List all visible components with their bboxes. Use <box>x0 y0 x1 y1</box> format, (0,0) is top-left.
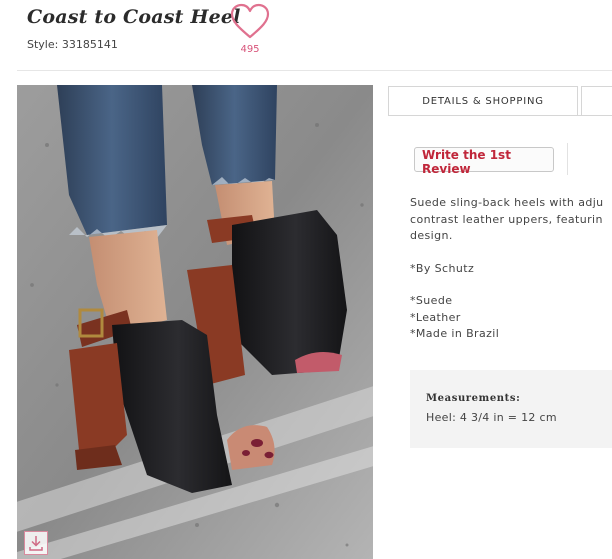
measurements-title: Measurements: <box>426 393 521 404</box>
material-item: *Made in Brazil <box>410 327 500 340</box>
description-line: design. <box>410 229 453 242</box>
brand-note: *By Schutz <box>410 261 475 275</box>
tab-details-shopping[interactable]: DETAILS & SHOPPING <box>388 86 578 115</box>
heel-height: Heel: 4 3/4 in = 12 cm <box>426 411 557 424</box>
product-photo-shoe <box>17 85 373 559</box>
material-item: *Suede <box>410 294 453 307</box>
favorites-count: 495 <box>240 44 260 55</box>
measurements-panel: Measurements: Heel: 4 3/4 in = 12 cm <box>410 370 612 448</box>
header-divider <box>17 70 612 71</box>
review-separator <box>567 143 568 175</box>
description-line: contrast leather uppers, featurin <box>410 212 603 226</box>
description-line: Suede sling-back heels with adju <box>410 196 604 209</box>
style-number: Style: 33185141 <box>27 38 118 51</box>
write-review-button[interactable]: Write the 1st Review <box>414 147 554 176</box>
tab-divider <box>388 115 612 116</box>
tab-secondary[interactable] <box>581 86 612 115</box>
download-icon <box>29 536 43 551</box>
material-item: *Leather <box>410 310 461 324</box>
download-button[interactable] <box>24 531 48 555</box>
heart-outline-icon <box>230 3 270 39</box>
favorite-button[interactable] <box>230 3 270 41</box>
product-image[interactable] <box>17 85 373 559</box>
product-title: Coast to Coast Heel <box>27 6 241 28</box>
product-description: Suede sling-back heels with adju contras… <box>410 195 612 343</box>
